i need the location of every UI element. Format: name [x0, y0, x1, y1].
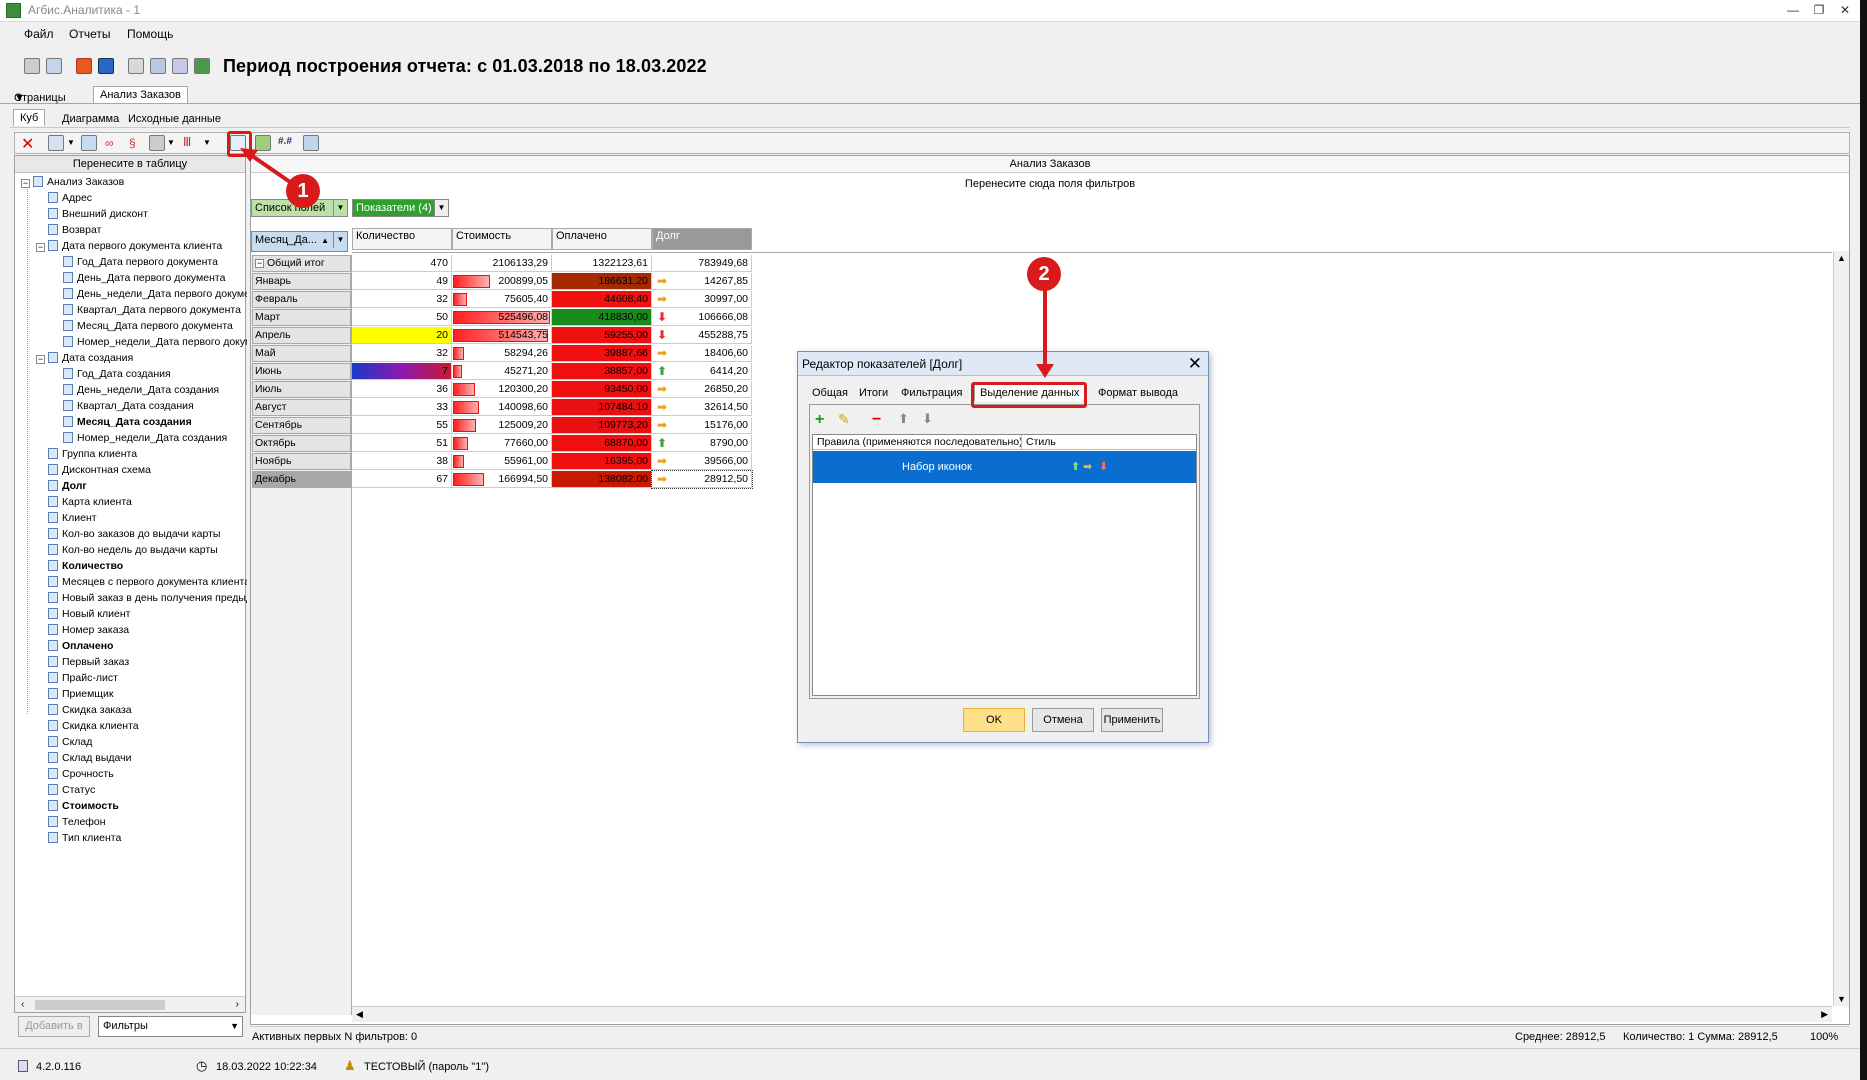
- cell-value: 418830,00: [598, 311, 648, 323]
- cell-value: 783949,68: [698, 257, 748, 269]
- app-window: Агбис.Аналитика - 1 — ❐ ✕ Файл Отчеты По…: [0, 0, 1860, 1080]
- cell-value: 49: [436, 275, 448, 287]
- cell-value: 6414,20: [710, 365, 748, 377]
- cell-value: 32: [436, 293, 448, 305]
- cell-value: 50: [436, 311, 448, 323]
- cell-value: 1322123,61: [592, 257, 648, 269]
- callout-arrowhead-2: [1036, 364, 1054, 378]
- cell-value: 525496,08: [498, 311, 548, 323]
- cell-value: 2106133,29: [492, 257, 548, 269]
- cell-value: 120300,20: [498, 383, 548, 395]
- cell-value: 68870,00: [604, 437, 648, 449]
- cell-value: 455288,75: [698, 329, 748, 341]
- cell-value: 55961,00: [504, 455, 548, 467]
- cell-value: 39566,00: [704, 455, 748, 467]
- cell-value: 20: [436, 329, 448, 341]
- cell-value: 67: [436, 473, 448, 485]
- cell-value: 125009,20: [498, 419, 548, 431]
- cell-value: 45271,20: [504, 365, 548, 377]
- cell-value: 75605,40: [504, 293, 548, 305]
- cell-value: 93450,00: [604, 383, 648, 395]
- cell-value: 51: [436, 437, 448, 449]
- cell-value: 8790,00: [710, 437, 748, 449]
- cell-value: 26850,20: [704, 383, 748, 395]
- cell-value: 44608,40: [604, 293, 648, 305]
- cell-value: 33: [436, 401, 448, 413]
- cell-value: 30997,00: [704, 293, 748, 305]
- cell-value: 107484,10: [598, 401, 648, 413]
- cell-value: 77660,00: [504, 437, 548, 449]
- callout-arrow-1: [246, 151, 292, 184]
- cell-value: 55: [436, 419, 448, 431]
- cell-value: 470: [430, 257, 448, 269]
- cell-value: 109773,20: [598, 419, 648, 431]
- callout-number-1: 1: [286, 174, 320, 208]
- cell-value: 140098,60: [498, 401, 548, 413]
- cell-value: 166994,50: [498, 473, 548, 485]
- cell-value: 32: [436, 347, 448, 359]
- cell-value: 32614,50: [704, 401, 748, 413]
- cell-value: 28912,50: [704, 473, 748, 485]
- cell-value: 7: [442, 365, 448, 377]
- cell-value: 38857,00: [604, 365, 648, 377]
- cell-value: 38: [436, 455, 448, 467]
- callout-arrows: [240, 148, 1054, 378]
- cell-value: 59255,00: [604, 329, 648, 341]
- cell-value: 186631,20: [598, 275, 648, 287]
- callout-highlight-tab: [971, 382, 1087, 408]
- cell-value: 138082,00: [598, 473, 648, 485]
- cell-value: 200899,05: [498, 275, 548, 287]
- cell-value: 14267,85: [704, 275, 748, 287]
- cell-value: 514543,75: [498, 329, 548, 341]
- cell-value: 106666,08: [698, 311, 748, 323]
- cell-value: 36: [436, 383, 448, 395]
- cell-value: 58294,26: [504, 347, 548, 359]
- cell-value: 15176,00: [704, 419, 748, 431]
- cell-value: 39887,66: [604, 347, 648, 359]
- callout-number-2: 2: [1027, 257, 1061, 291]
- cell-value: 16395,00: [604, 455, 648, 467]
- cell-value: 18406,60: [704, 347, 748, 359]
